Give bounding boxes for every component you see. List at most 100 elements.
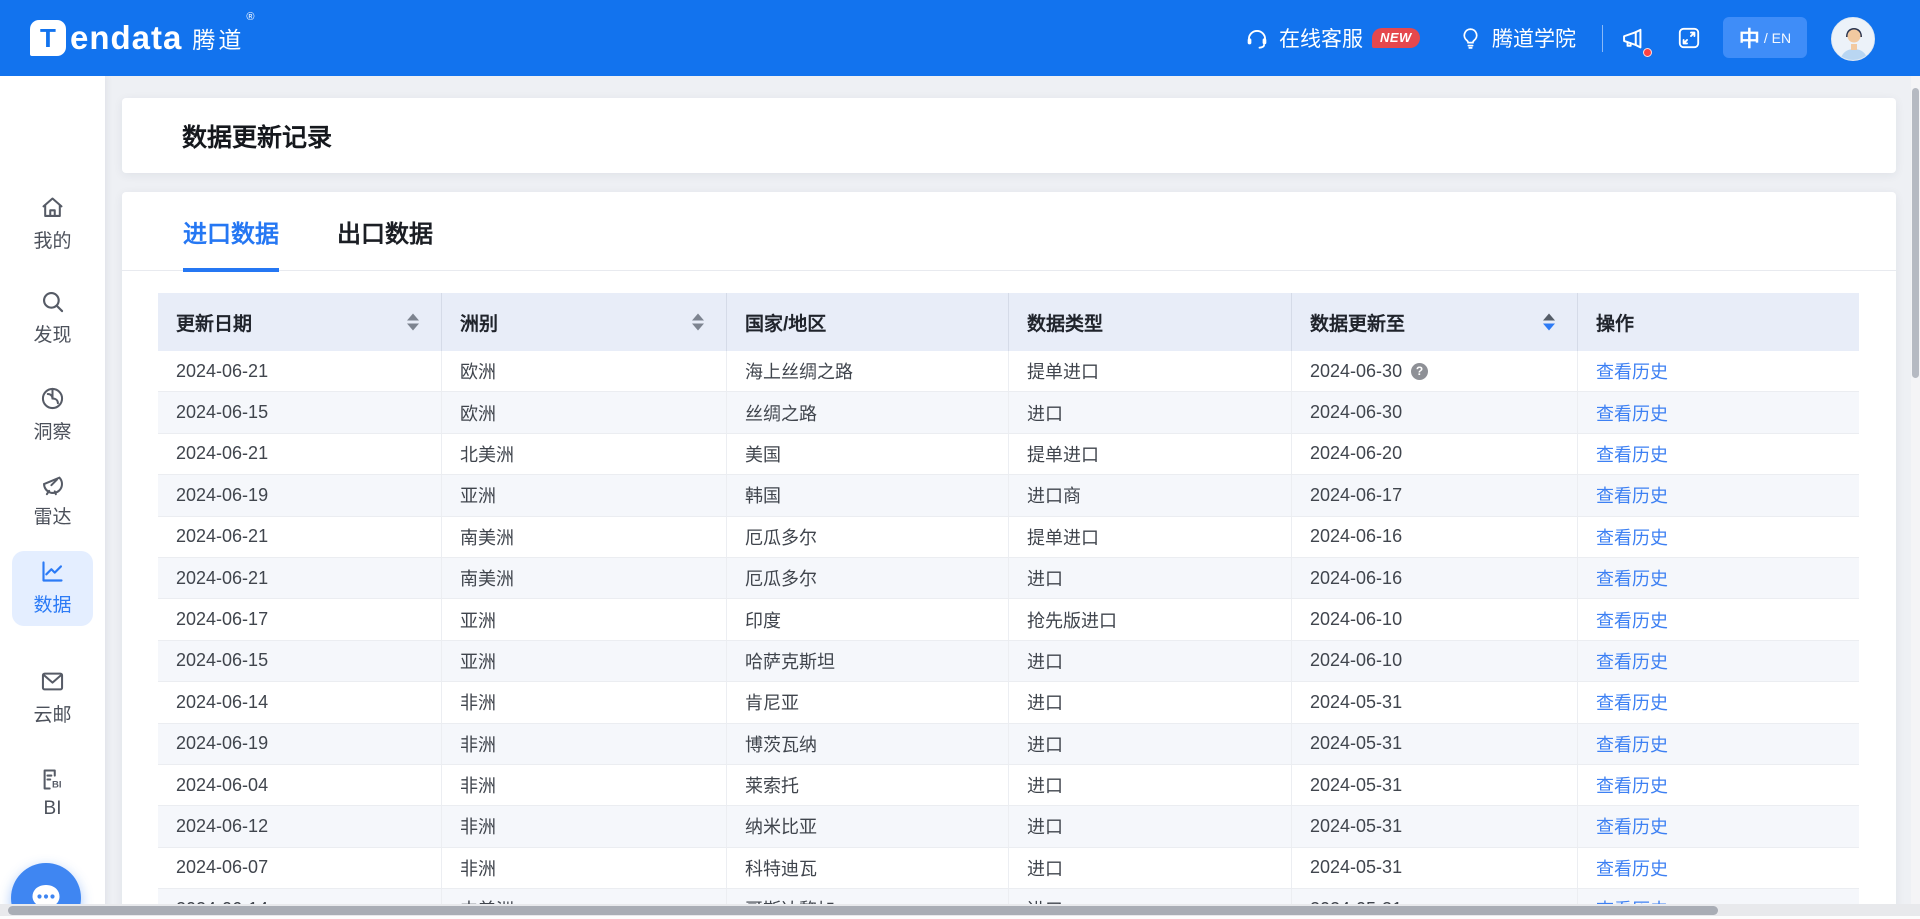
- tab-import-data[interactable]: 进口数据: [183, 192, 279, 271]
- app-logo[interactable]: T endata 腾道®: [30, 0, 255, 76]
- logo-registered-mark: ®: [246, 11, 257, 23]
- cell-actions: 查看历史: [1578, 724, 1859, 764]
- sort-icon[interactable]: [692, 314, 704, 331]
- view-history-link[interactable]: 查看历史: [1596, 855, 1668, 881]
- cell-continent: 亚洲: [442, 599, 727, 639]
- updated-to-value: 2024-06-30: [1310, 402, 1402, 423]
- view-history-link[interactable]: 查看历史: [1596, 772, 1668, 798]
- cell-country: 科特迪瓦: [727, 848, 1009, 888]
- cell-data-type: 进口: [1009, 682, 1292, 722]
- sidebar: 我的发现洞察雷达数据云邮BIBI »: [0, 76, 105, 919]
- cell-update-date: 2024-06-19: [158, 475, 442, 515]
- cell-country: 纳米比亚: [727, 806, 1009, 846]
- sidebar-item-search[interactable]: 发现: [0, 288, 105, 347]
- cell-country: 丝绸之路: [727, 392, 1009, 432]
- cell-continent: 亚洲: [442, 641, 727, 681]
- cell-data-updated-to: 2024-05-31: [1292, 848, 1578, 888]
- top-bar: T endata 腾道® 在线客服 NEW 腾道学院: [0, 0, 1920, 76]
- cell-actions: 查看历史: [1578, 682, 1859, 722]
- view-history-link[interactable]: 查看历史: [1596, 607, 1668, 633]
- view-history-link[interactable]: 查看历史: [1596, 689, 1668, 715]
- academy-button[interactable]: 腾道学院: [1458, 0, 1576, 76]
- cell-data-type: 进口: [1009, 848, 1292, 888]
- new-badge: NEW: [1372, 28, 1420, 48]
- radar-icon: [0, 470, 105, 498]
- cell-country: 博茨瓦纳: [727, 724, 1009, 764]
- logo-text: endata: [70, 19, 182, 57]
- cell-country: 厄瓜多尔: [727, 517, 1009, 557]
- updated-to-value: 2024-05-31: [1310, 733, 1402, 754]
- cell-update-date: 2024-06-21: [158, 517, 442, 557]
- column-label: 数据更新至: [1310, 309, 1405, 336]
- cell-update-date: 2024-06-21: [158, 558, 442, 598]
- sidebar-item-data[interactable]: 数据: [0, 558, 105, 617]
- cell-data-updated-to: 2024-06-16: [1292, 558, 1578, 598]
- cell-update-date: 2024-06-15: [158, 641, 442, 681]
- cell-data-type: 进口: [1009, 392, 1292, 432]
- sidebar-item-label: 数据: [0, 590, 105, 617]
- sidebar-item-radar[interactable]: 雷达: [0, 470, 105, 529]
- horizontal-scrollbar-thumb[interactable]: [8, 906, 1718, 915]
- cell-update-date: 2024-06-04: [158, 765, 442, 805]
- mail-icon: [0, 668, 105, 696]
- cell-data-type: 进口: [1009, 806, 1292, 846]
- table-body: 2024-06-21欧洲海上丝绸之路提单进口2024-06-30?查看历史202…: [158, 351, 1859, 919]
- view-history-link[interactable]: 查看历史: [1596, 565, 1668, 591]
- updated-to-value: 2024-06-10: [1310, 650, 1402, 671]
- table-header-row: 更新日期洲别国家/地区数据类型数据更新至操作: [158, 293, 1859, 351]
- cell-continent: 北美洲: [442, 434, 727, 474]
- sidebar-item-mail[interactable]: 云邮: [0, 668, 105, 727]
- updated-to-value: 2024-05-31: [1310, 692, 1402, 713]
- headset-icon: [1244, 25, 1270, 51]
- fullscreen-button[interactable]: [1676, 0, 1702, 76]
- updated-to-value: 2024-06-17: [1310, 485, 1402, 506]
- table-row: 2024-06-21北美洲美国提单进口2024-06-20查看历史: [158, 434, 1859, 475]
- view-history-link[interactable]: 查看历史: [1596, 648, 1668, 674]
- announcements-button[interactable]: [1620, 0, 1648, 76]
- view-history-link[interactable]: 查看历史: [1596, 358, 1668, 384]
- user-avatar[interactable]: [1831, 17, 1875, 61]
- academy-label: 腾道学院: [1492, 23, 1576, 53]
- sort-icon[interactable]: [407, 314, 419, 331]
- sidebar-item-bi[interactable]: BIBI: [0, 766, 105, 820]
- nav-divider: [1602, 25, 1603, 52]
- cell-data-updated-to: 2024-06-30?: [1292, 351, 1578, 391]
- column-header-continent[interactable]: 洲别: [442, 293, 727, 351]
- view-history-link[interactable]: 查看历史: [1596, 731, 1668, 757]
- vertical-scrollbar-thumb[interactable]: [1912, 88, 1919, 378]
- cell-actions: 查看历史: [1578, 392, 1859, 432]
- language-toggle-button[interactable]: 中 / EN: [1723, 17, 1807, 58]
- table-row: 2024-06-12非洲纳米比亚进口2024-05-31查看历史: [158, 806, 1859, 847]
- online-service-button[interactable]: 在线客服 NEW: [1244, 0, 1420, 76]
- horizontal-scrollbar-track: [0, 904, 1920, 916]
- updated-to-value: 2024-06-16: [1310, 568, 1402, 589]
- help-icon[interactable]: ?: [1411, 363, 1428, 380]
- updated-to-value: 2024-06-16: [1310, 526, 1402, 547]
- cell-data-updated-to: 2024-05-31: [1292, 724, 1578, 764]
- language-en: / EN: [1764, 30, 1791, 46]
- column-header-data-updated-to[interactable]: 数据更新至: [1292, 293, 1578, 351]
- view-history-link[interactable]: 查看历史: [1596, 400, 1668, 426]
- view-history-link[interactable]: 查看历史: [1596, 482, 1668, 508]
- view-history-link[interactable]: 查看历史: [1596, 441, 1668, 467]
- cell-country: 海上丝绸之路: [727, 351, 1009, 391]
- cell-update-date: 2024-06-21: [158, 434, 442, 474]
- tab-export-data[interactable]: 出口数据: [337, 192, 433, 271]
- cell-data-updated-to: 2024-06-20: [1292, 434, 1578, 474]
- bi-icon: BI: [0, 766, 105, 794]
- svg-text:BI: BI: [52, 779, 62, 790]
- sidebar-item-insight[interactable]: 洞察: [0, 385, 105, 444]
- cell-continent: 非洲: [442, 724, 727, 764]
- cell-actions: 查看历史: [1578, 806, 1859, 846]
- sort-icon[interactable]: [1543, 314, 1555, 331]
- cell-data-type: 进口: [1009, 641, 1292, 681]
- logo-mark-icon: T: [30, 20, 66, 56]
- sidebar-item-home[interactable]: 我的: [0, 194, 105, 253]
- column-header-update-date[interactable]: 更新日期: [158, 293, 442, 351]
- cell-update-date: 2024-06-12: [158, 806, 442, 846]
- cell-country: 美国: [727, 434, 1009, 474]
- cell-continent: 非洲: [442, 848, 727, 888]
- view-history-link[interactable]: 查看历史: [1596, 813, 1668, 839]
- view-history-link[interactable]: 查看历史: [1596, 524, 1668, 550]
- column-header-country-region: 国家/地区: [727, 293, 1009, 351]
